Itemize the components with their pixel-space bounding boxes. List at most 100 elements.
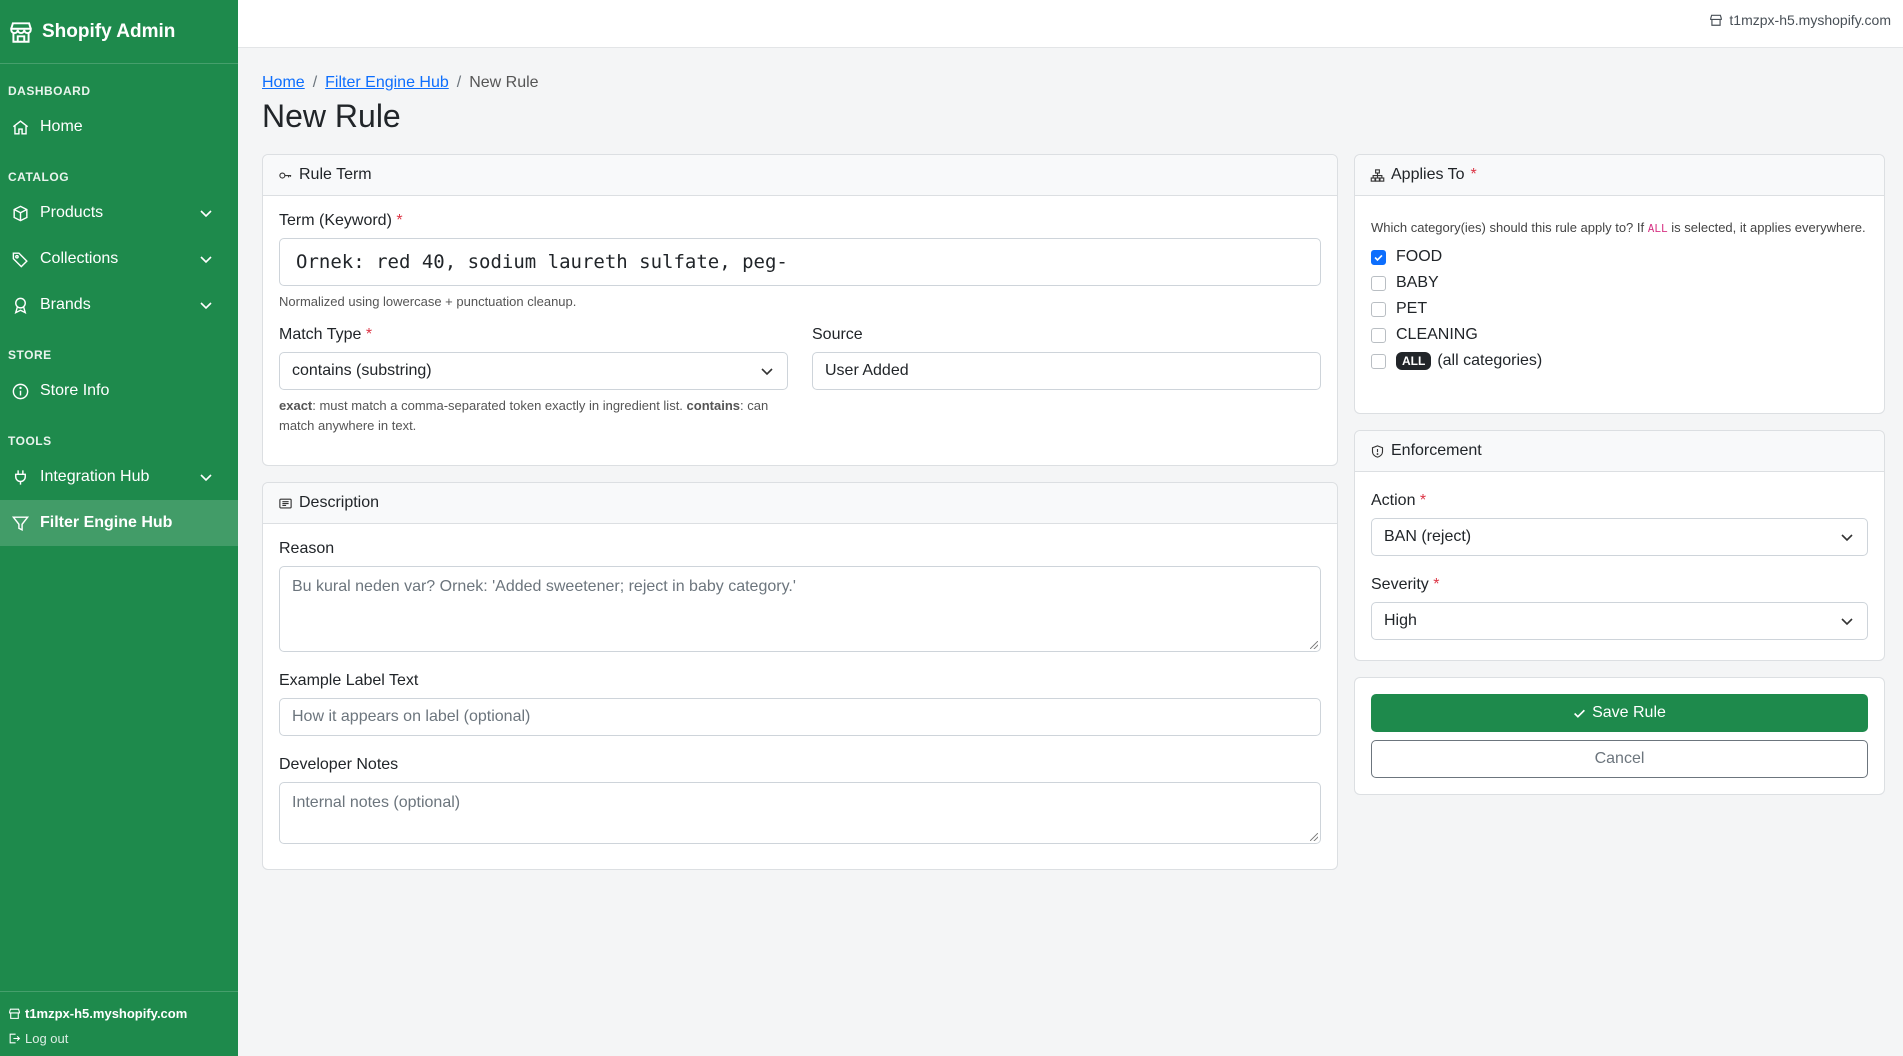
chevron-down-icon xyxy=(761,368,773,376)
reason-textarea[interactable]: Bu kural neden var? Ornek: 'Added sweete… xyxy=(279,566,1321,652)
filter-icon xyxy=(11,515,30,531)
card-title: Description xyxy=(299,494,380,511)
source-label: Source xyxy=(812,326,863,344)
action-value: BAN (reject) xyxy=(1384,528,1472,545)
category-label: (all categories) xyxy=(1437,352,1543,370)
cancel-button[interactable]: Cancel xyxy=(1371,740,1868,778)
breadcrumb: Home / Filter Engine Hub / New Rule xyxy=(262,74,1885,92)
match-type-label: Match Type * xyxy=(279,326,373,344)
description-card: Description Reason Bu kural neden var? O… xyxy=(262,482,1338,870)
card-header: Rule Term xyxy=(263,155,1337,196)
action-select[interactable]: BAN (reject) xyxy=(1371,518,1868,556)
key-icon xyxy=(279,171,292,179)
logout-link[interactable]: Log out xyxy=(8,1031,230,1046)
notes-label: Developer Notes xyxy=(279,756,399,773)
example-label: Example Label Text xyxy=(279,672,419,689)
sidebar-item-home[interactable]: Home xyxy=(0,104,238,150)
match-type-select[interactable]: contains (substring) xyxy=(279,352,788,391)
breadcrumb-separator: / xyxy=(312,74,318,91)
breadcrumb-separator: / xyxy=(456,74,462,91)
reason-label: Reason xyxy=(279,540,335,557)
box-icon xyxy=(13,205,28,221)
severity-value: High xyxy=(1384,612,1417,629)
app-title: Shopify Admin xyxy=(42,20,176,42)
sidebar-item-label: Filter Engine Hub xyxy=(40,514,173,531)
term-input[interactable]: Ornek: red 40, sodium laureth sulfate, p… xyxy=(279,238,1321,286)
sidebar-item-collections[interactable]: Collections xyxy=(0,236,238,282)
topbar-store: t1mzpx-h5.myshopify.com xyxy=(1709,12,1891,28)
category-list: FOOD BABY PET CLEANING ALL (all categori… xyxy=(1371,244,1868,374)
chevron-down-icon xyxy=(200,210,212,218)
card-header: Description xyxy=(263,483,1337,524)
source-input[interactable]: User Added xyxy=(812,352,1321,391)
category-baby[interactable]: BABY xyxy=(1371,270,1868,296)
sidebar-item-label: Home xyxy=(40,118,83,135)
section-tools: TOOLS xyxy=(8,434,52,448)
logout-label: Log out xyxy=(25,1031,69,1046)
breadcrumb-home[interactable]: Home xyxy=(262,74,305,92)
category-cleaning[interactable]: CLEANING xyxy=(1371,322,1868,348)
section-dashboard: DASHBOARD xyxy=(8,84,91,98)
card-header: Enforcement xyxy=(1355,431,1884,472)
checkbox-baby[interactable] xyxy=(1371,275,1386,291)
required-mark: * xyxy=(1470,166,1477,183)
term-help: Normalized using lowercase + punctuation… xyxy=(279,294,577,309)
breadcrumb-filter-engine-hub[interactable]: Filter Engine Hub xyxy=(325,74,449,92)
category-food[interactable]: FOOD xyxy=(1371,244,1868,270)
checkbox-pet[interactable] xyxy=(1371,301,1386,317)
main-content: Home / Filter Engine Hub / New Rule New … xyxy=(262,48,1885,135)
enforcement-card: Enforcement Action * BAN (reject) Severi… xyxy=(1354,430,1885,661)
sidebar-item-integration-hub[interactable]: Integration Hub xyxy=(0,454,238,500)
severity-label: Severity * xyxy=(1371,576,1440,593)
section-store: STORE xyxy=(8,348,52,362)
match-type-value: contains (substring) xyxy=(292,362,432,380)
chevron-down-icon xyxy=(200,474,212,482)
card-title: Applies To xyxy=(1391,166,1465,183)
sidebar-item-label: Integration Hub xyxy=(40,468,150,485)
sidebar: Shopify Admin DASHBOARD Home CATALOG Pro… xyxy=(0,0,238,1056)
save-rule-button[interactable]: Save Rule xyxy=(1371,694,1868,732)
card-title: Rule Term xyxy=(299,166,372,183)
page-title: New Rule xyxy=(262,98,401,134)
check-icon xyxy=(1574,709,1586,718)
sidebar-item-label: Brands xyxy=(40,296,91,313)
breadcrumb-current: New Rule xyxy=(469,74,539,91)
example-label-input[interactable]: How it appears on label (optional) xyxy=(279,698,1321,736)
rule-term-card: Rule Term Term (Keyword) * Ornek: red 40… xyxy=(262,154,1338,466)
info-icon xyxy=(12,383,29,399)
actions-card: Save Rule Cancel xyxy=(1354,677,1885,795)
diagram-icon xyxy=(1370,168,1385,182)
checkbox-cleaning[interactable] xyxy=(1371,327,1386,343)
chevron-down-icon xyxy=(1841,618,1853,626)
check-icon xyxy=(1374,254,1383,261)
sidebar-item-brands[interactable]: Brands xyxy=(0,282,238,328)
checkbox-food[interactable] xyxy=(1371,249,1386,265)
app-brand[interactable]: Shopify Admin xyxy=(0,0,238,64)
developer-notes-textarea[interactable]: Internal notes (optional) xyxy=(279,782,1321,844)
category-pet[interactable]: PET xyxy=(1371,296,1868,322)
category-all[interactable]: ALL (all categories) xyxy=(1371,348,1868,374)
category-label: BABY xyxy=(1396,274,1439,292)
applies-to-help: Which category(ies) should this rule app… xyxy=(1371,220,1866,235)
chevron-down-icon xyxy=(200,302,212,310)
topbar-store-name: t1mzpx-h5.myshopify.com xyxy=(1729,12,1891,28)
award-icon xyxy=(14,297,27,314)
card-header: Applies To * xyxy=(1355,155,1884,196)
tags-icon xyxy=(12,251,28,268)
all-badge: ALL xyxy=(1396,352,1432,371)
category-label: PET xyxy=(1396,300,1428,318)
category-label: CLEANING xyxy=(1396,326,1478,344)
logout-icon xyxy=(9,1033,21,1044)
section-catalog: CATALOG xyxy=(8,170,70,184)
sidebar-item-products[interactable]: Products xyxy=(0,190,238,236)
topbar: t1mzpx-h5.myshopify.com xyxy=(238,0,1903,48)
store-icon xyxy=(1710,14,1723,26)
shield-icon xyxy=(1371,444,1384,458)
action-label: Action * xyxy=(1371,492,1427,509)
sidebar-item-store-info[interactable]: Store Info xyxy=(0,368,238,414)
sidebar-item-label: Collections xyxy=(40,250,119,267)
checkbox-all[interactable] xyxy=(1371,353,1386,369)
sidebar-item-filter-engine-hub[interactable]: Filter Engine Hub xyxy=(0,500,238,546)
severity-select[interactable]: High xyxy=(1371,602,1868,640)
store-icon xyxy=(10,21,32,43)
